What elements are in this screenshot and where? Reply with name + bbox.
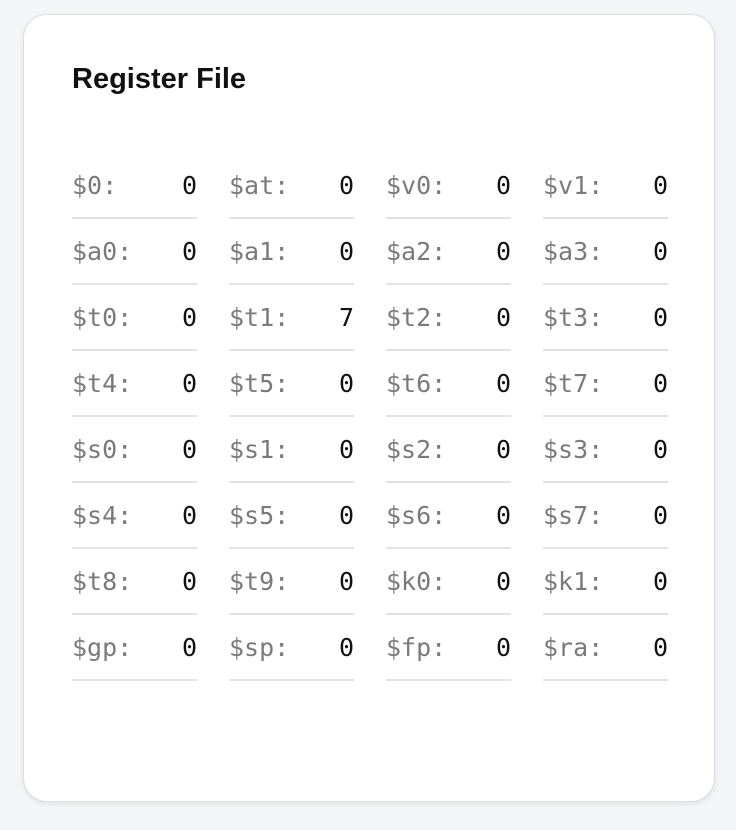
register-cell: $t4: 0 xyxy=(72,351,197,417)
register-name: $t6: xyxy=(386,369,447,398)
register-value: 0 xyxy=(181,237,197,266)
register-value: 0 xyxy=(652,171,668,200)
register-name: $t2: xyxy=(386,303,447,332)
register-value: 0 xyxy=(181,435,197,464)
register-name: $k1: xyxy=(543,567,604,596)
register-name: $t9: xyxy=(229,567,290,596)
register-name: $s5: xyxy=(229,501,290,530)
register-value: 0 xyxy=(181,369,197,398)
register-name: $a0: xyxy=(72,237,133,266)
register-value: 0 xyxy=(495,237,511,266)
register-value: 0 xyxy=(338,567,354,596)
register-value: 0 xyxy=(652,567,668,596)
register-name: $fp: xyxy=(386,633,447,662)
register-value: 0 xyxy=(338,369,354,398)
register-value: 0 xyxy=(181,501,197,530)
register-name: $t4: xyxy=(72,369,133,398)
register-value: 0 xyxy=(495,501,511,530)
register-name: $s0: xyxy=(72,435,133,464)
register-name: $s7: xyxy=(543,501,604,530)
register-value: 0 xyxy=(181,633,197,662)
register-cell: $s0: 0 xyxy=(72,417,197,483)
register-cell: $gp: 0 xyxy=(72,615,197,681)
register-cell: $s3: 0 xyxy=(543,417,668,483)
register-cell: $sp: 0 xyxy=(229,615,354,681)
register-grid: $0: 0 $at: 0 $v0: 0 $v1: 0 $a0: 0 $a1: 0 $a2: 0 $a3: 0 $… xyxy=(72,153,668,681)
register-value: 0 xyxy=(652,369,668,398)
register-cell: $t6: 0 xyxy=(386,351,511,417)
register-cell: $ra: 0 xyxy=(543,615,668,681)
register-value: 0 xyxy=(181,303,197,332)
register-cell: $at: 0 xyxy=(229,153,354,219)
register-value: 7 xyxy=(338,303,354,332)
register-cell: $t9: 0 xyxy=(229,549,354,615)
register-name: $s3: xyxy=(543,435,604,464)
register-cell: $s2: 0 xyxy=(386,417,511,483)
register-value: 0 xyxy=(495,567,511,596)
register-name: $t5: xyxy=(229,369,290,398)
panel-title: Register File xyxy=(72,63,247,95)
register-cell: $s6: 0 xyxy=(386,483,511,549)
register-cell: $fp: 0 xyxy=(386,615,511,681)
register-cell: $v1: 0 xyxy=(543,153,668,219)
register-value: 0 xyxy=(338,237,354,266)
register-cell: $a3: 0 xyxy=(543,219,668,285)
register-cell: $k1: 0 xyxy=(543,549,668,615)
register-value: 0 xyxy=(652,435,668,464)
register-name: $a3: xyxy=(543,237,604,266)
register-name: $s6: xyxy=(386,501,447,530)
register-cell: $a2: 0 xyxy=(386,219,511,285)
register-name: $s1: xyxy=(229,435,290,464)
register-cell: $a1: 0 xyxy=(229,219,354,285)
register-cell: $s5: 0 xyxy=(229,483,354,549)
register-value: 0 xyxy=(495,369,511,398)
register-value: 0 xyxy=(338,501,354,530)
register-value: 0 xyxy=(181,171,197,200)
register-name: $t3: xyxy=(543,303,604,332)
register-name: $a1: xyxy=(229,237,290,266)
register-name: $s2: xyxy=(386,435,447,464)
register-name: $k0: xyxy=(386,567,447,596)
register-value: 0 xyxy=(338,435,354,464)
register-name: $s4: xyxy=(72,501,133,530)
register-cell: $s4: 0 xyxy=(72,483,197,549)
register-value: 0 xyxy=(338,633,354,662)
register-cell: $s7: 0 xyxy=(543,483,668,549)
register-cell: $a0: 0 xyxy=(72,219,197,285)
register-name: $v1: xyxy=(543,171,604,200)
register-name: $t7: xyxy=(543,369,604,398)
register-name: $sp: xyxy=(229,633,290,662)
register-cell: $t0: 0 xyxy=(72,285,197,351)
register-name: $t1: xyxy=(229,303,290,332)
register-cell: $t3: 0 xyxy=(543,285,668,351)
register-name: $v0: xyxy=(386,171,447,200)
register-value: 0 xyxy=(495,435,511,464)
register-name: $gp: xyxy=(72,633,133,662)
register-cell: $k0: 0 xyxy=(386,549,511,615)
register-cell: $v0: 0 xyxy=(386,153,511,219)
register-value: 0 xyxy=(652,501,668,530)
register-name: $a2: xyxy=(386,237,447,266)
register-name: $0: xyxy=(72,171,118,200)
register-name: $t0: xyxy=(72,303,133,332)
register-value: 0 xyxy=(495,633,511,662)
register-name: $ra: xyxy=(543,633,604,662)
register-value: 0 xyxy=(338,171,354,200)
register-cell: $t5: 0 xyxy=(229,351,354,417)
register-cell: $0: 0 xyxy=(72,153,197,219)
register-name: $at: xyxy=(229,171,290,200)
register-value: 0 xyxy=(495,303,511,332)
register-value: 0 xyxy=(495,171,511,200)
register-value: 0 xyxy=(652,303,668,332)
register-name: $t8: xyxy=(72,567,133,596)
register-cell: $t1: 7 xyxy=(229,285,354,351)
register-cell: $t2: 0 xyxy=(386,285,511,351)
register-cell: $s1: 0 xyxy=(229,417,354,483)
register-cell: $t8: 0 xyxy=(72,549,197,615)
register-value: 0 xyxy=(652,633,668,662)
register-cell: $t7: 0 xyxy=(543,351,668,417)
register-file-panel: Register File $0: 0 $at: 0 $v0: 0 $v1: 0 $a0: 0 $a… xyxy=(23,14,715,802)
register-value: 0 xyxy=(181,567,197,596)
register-value: 0 xyxy=(652,237,668,266)
